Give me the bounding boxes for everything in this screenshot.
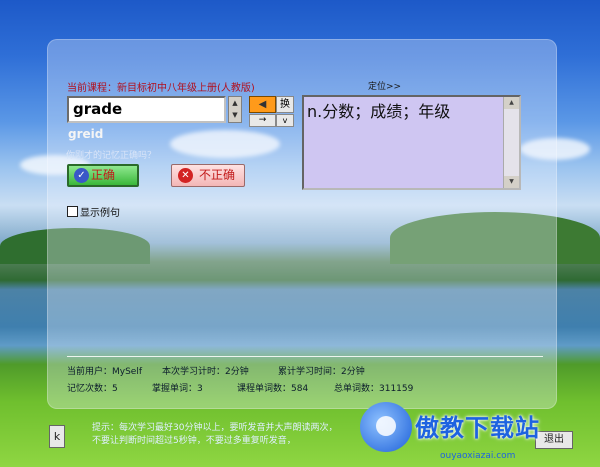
correct-button[interactable]: ✓ 正确 [67,164,139,187]
memory-question: 你刚才的记忆正确吗？ [66,151,157,161]
v-button[interactable]: v [276,114,294,127]
watermark-text: 傲教下载站 [415,414,540,442]
swap-button[interactable]: 换 [276,96,294,113]
show-example-label: 显示例句 [80,208,120,219]
current-user: 当前用户：MySelf [67,367,143,377]
word-spinner[interactable]: ▲ ▼ [228,96,242,123]
meaning-text: n.分数；成绩；年级 [307,102,451,121]
correct-button-label: 正确 [91,168,116,182]
mastered-words: 掌握单词：3 [152,384,203,394]
spin-down-icon[interactable]: ▼ [229,109,241,121]
scroll-down-icon[interactable]: ▼ [504,176,519,188]
watermark-url: ouyaoxiazai.com [440,451,516,461]
word-field[interactable]: grade [67,96,226,123]
memory-count: 记忆次数：5 [67,384,118,394]
wrong-button[interactable]: ✕ 不正确 [171,164,245,187]
show-example-checkbox[interactable]: 显示例句 [67,204,120,219]
spin-up-icon[interactable]: ▲ [229,97,241,109]
speak-button[interactable]: ◀ [249,96,276,113]
course-words: 课程单词数：584 [237,384,309,394]
stats-divider [67,356,543,357]
checkbox-box[interactable] [67,206,78,217]
total-time: 累计学习时间：2分钟 [278,367,365,377]
next-arrow-button[interactable]: → [249,114,276,127]
exit-button[interactable]: 退出 [535,431,573,449]
meaning-scrollbar[interactable]: ▲ ▼ [503,97,519,188]
watermark-logo [360,402,412,452]
speaker-icon: ◀ [258,99,267,110]
cross-icon: ✕ [178,168,193,183]
session-time: 本次学习计时：2分钟 [162,367,249,377]
phonetic-text: greid [68,127,104,141]
meaning-box[interactable]: n.分数；成绩；年级 ▲ ▼ [302,95,521,190]
locate-link[interactable]: 定位>> [368,79,401,92]
wrong-button-label: 不正确 [199,168,236,182]
check-icon: ✓ [74,168,89,183]
k-button[interactable]: k [49,425,65,448]
scroll-up-icon[interactable]: ▲ [504,97,519,109]
total-words: 总单词数：311159 [334,384,414,394]
current-course-label: 当前课程：新目标初中八年级上册(人教版) [67,83,255,94]
